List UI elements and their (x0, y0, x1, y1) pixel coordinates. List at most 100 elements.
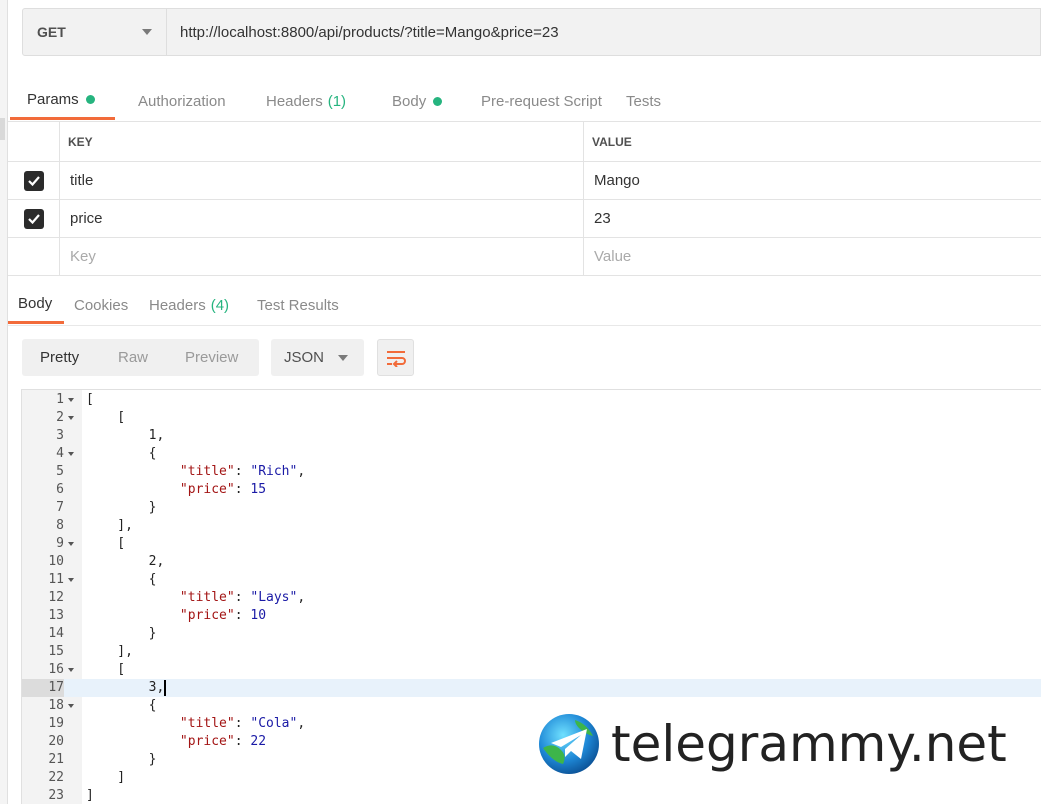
tab-headers[interactable]: Headers (1) (248, 82, 373, 120)
tab-authorization[interactable]: Authorization (115, 82, 248, 120)
params-new-check-cell (8, 238, 60, 275)
method-label: GET (37, 24, 66, 40)
code-line: 7 } (22, 499, 1041, 517)
url-input[interactable] (167, 8, 1041, 56)
fold-toggle-icon[interactable] (68, 578, 74, 582)
param-value[interactable]: Mango (584, 162, 1041, 199)
line-number: 18 (48, 698, 64, 713)
tab-label: Params (27, 91, 79, 108)
line-number: 5 (56, 464, 64, 479)
response-tabs: Body Cookies Headers (4) Test Results (8, 286, 1041, 326)
param-value-placeholder[interactable]: Value (584, 238, 1041, 275)
code-line: 16 [ (22, 661, 1041, 679)
param-enabled-checkbox[interactable] (23, 208, 44, 229)
params-value-header: VALUE (592, 134, 632, 149)
code-text: ], (86, 518, 133, 533)
param-value[interactable]: 23 (584, 200, 1041, 237)
param-enabled-checkbox[interactable] (23, 170, 44, 191)
code-text: [ (86, 662, 126, 677)
line-number: 3 (56, 428, 64, 443)
tab-label: Body (392, 92, 427, 110)
method-select[interactable]: GET (22, 8, 167, 56)
line-number: 14 (48, 626, 64, 641)
line-number: 10 (48, 554, 64, 569)
fold-toggle-icon[interactable] (68, 704, 74, 708)
tab-tests[interactable]: Tests (626, 82, 706, 120)
code-text: [ (86, 392, 94, 407)
request-url-bar: GET (22, 8, 1041, 56)
line-number: 19 (48, 716, 64, 731)
line-number: 17 (22, 679, 64, 697)
tab-label: Tests (626, 92, 662, 110)
checkmark-icon (27, 213, 40, 224)
tab-count-badge: (4) (210, 296, 230, 314)
code-line: 1[ (22, 391, 1041, 409)
line-number: 1 (56, 392, 64, 407)
fold-toggle-icon[interactable] (68, 416, 74, 420)
code-text: } (86, 626, 157, 641)
fold-toggle-icon[interactable] (68, 398, 74, 402)
code-line: 12 "title": "Lays", (22, 589, 1041, 607)
wrap-lines-icon (386, 350, 406, 367)
request-tabs: Params Authorization Headers (1) Body Pre-req… (10, 82, 1041, 122)
line-number: 12 (48, 590, 64, 605)
code-text: { (86, 446, 157, 461)
view-preview-button[interactable]: Preview (166, 339, 259, 376)
format-select[interactable]: JSON (271, 339, 364, 376)
code-line: 13 "price": 10 (22, 607, 1041, 625)
code-line: 15 ], (22, 643, 1041, 661)
code-text: } (86, 752, 157, 767)
fold-toggle-icon[interactable] (68, 542, 74, 546)
view-raw-button[interactable]: Raw (100, 339, 166, 376)
params-header-check-cell (8, 122, 60, 161)
code-line: 4 { (22, 445, 1041, 463)
fold-toggle-icon[interactable] (68, 668, 74, 672)
code-text: "price": 10 (179, 608, 267, 623)
sidebar-edge (0, 0, 8, 804)
response-tab-test-results[interactable]: Test Results (247, 286, 347, 324)
telegram-globe-icon (539, 714, 599, 774)
param-check-cell (8, 162, 60, 199)
view-pretty-button[interactable]: Pretty (22, 339, 100, 376)
code-text: [ (86, 536, 126, 551)
code-text: { (86, 698, 157, 713)
status-dot-icon (85, 95, 95, 104)
tab-label: Pre-request Script (481, 92, 602, 110)
response-tab-headers[interactable]: Headers (4) (139, 286, 247, 324)
param-key[interactable]: title (60, 162, 584, 199)
param-key[interactable]: price (60, 200, 584, 237)
code-text: 1, (86, 428, 165, 443)
tab-params[interactable]: Params (10, 82, 115, 120)
line-number: 9 (56, 536, 64, 551)
line-number: 8 (56, 518, 64, 533)
param-key-placeholder[interactable]: Key (60, 238, 584, 275)
line-number: 23 (48, 788, 64, 803)
code-text: } (86, 500, 157, 515)
chevron-down-icon (142, 29, 152, 35)
tab-pre-request-script[interactable]: Pre-request Script (463, 82, 626, 120)
code-text: "title": "Rich", (179, 464, 306, 479)
param-row: price 23 (8, 200, 1041, 238)
params-table: KEY VALUE title Mango price 23 Key Value (8, 121, 1041, 276)
response-tab-body[interactable]: Body (8, 286, 64, 324)
line-number: 2 (56, 410, 64, 425)
tab-body[interactable]: Body (373, 82, 463, 120)
code-text: 2, (86, 554, 165, 569)
code-line: 3 1, (22, 427, 1041, 445)
params-header-row: KEY VALUE (8, 122, 1041, 162)
watermark-text: telegrammy.net (610, 714, 1008, 774)
wrap-lines-button[interactable] (377, 339, 414, 376)
tab-label: Headers (149, 296, 206, 314)
code-text: 3, (86, 679, 167, 696)
line-number: 16 (48, 662, 64, 677)
code-line: 2 [ (22, 409, 1041, 427)
code-text: "price": 22 (179, 734, 267, 749)
line-number: 21 (48, 752, 64, 767)
param-row: title Mango (8, 162, 1041, 200)
code-line: 8 ], (22, 517, 1041, 535)
code-line: 17 3, (22, 679, 1041, 697)
tab-label: Headers (266, 92, 323, 110)
watermark: telegrammy.net (537, 712, 1008, 776)
response-tab-cookies[interactable]: Cookies (64, 286, 139, 324)
fold-toggle-icon[interactable] (68, 452, 74, 456)
